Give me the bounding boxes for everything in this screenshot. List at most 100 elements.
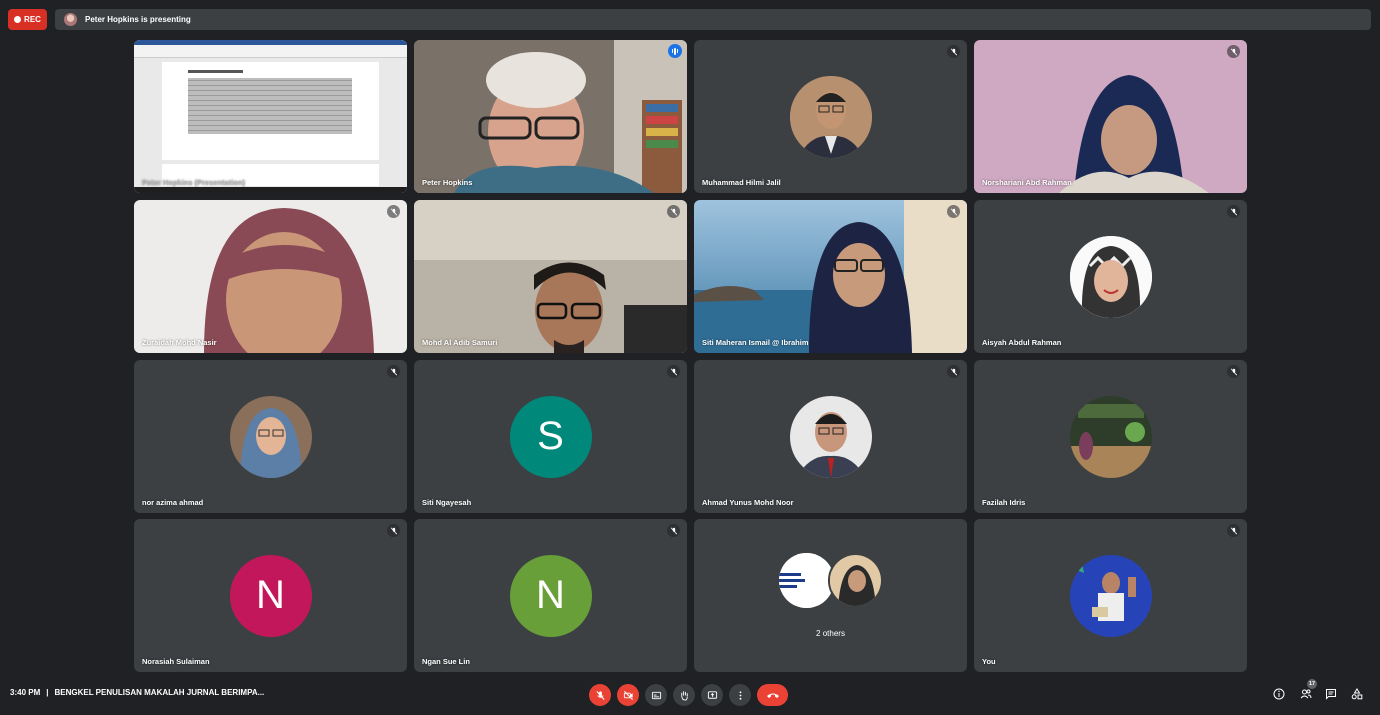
avatar	[789, 75, 872, 158]
hand-icon	[680, 690, 688, 701]
tile-fazilah-idris[interactable]: Fazilah Idris	[974, 360, 1247, 513]
presenting-banner[interactable]: Peter Hopkins is presenting	[55, 9, 1371, 30]
participant-name: Fazilah Idris	[982, 498, 1026, 507]
letter-avatar: S	[509, 395, 592, 478]
letter-avatar: N	[229, 554, 312, 637]
avatar	[1069, 235, 1152, 318]
recording-badge: REC	[8, 9, 47, 30]
video-feed	[134, 200, 407, 353]
tile-aisyah-abdul-rahman[interactable]: Aisyah Abdul Rahman	[974, 200, 1247, 353]
present-icon	[707, 690, 717, 699]
video-feed	[414, 40, 687, 193]
more-vert-icon	[739, 690, 741, 700]
mic-muted-icon	[947, 365, 960, 378]
avatar	[828, 553, 883, 608]
word-ribbon	[134, 40, 407, 58]
participant-name: Ahmad Yunus Mohd Noor	[702, 498, 794, 507]
tile-norasiah-sulaiman[interactable]: N Norasiah Sulaiman	[134, 519, 407, 672]
tile-nor-azima-ahmad[interactable]: nor azima ahmad	[134, 360, 407, 513]
participant-name: Muhammad Hilmi Jalil	[702, 178, 781, 187]
hang-up-icon	[766, 693, 779, 698]
windows-taskbar	[134, 187, 407, 193]
mic-muted-icon	[387, 205, 400, 218]
mic-muted-icon	[1227, 365, 1240, 378]
clock: 3:40 PM	[10, 688, 41, 697]
avatar	[1069, 554, 1152, 637]
mic-muted-icon	[947, 205, 960, 218]
tile-peter-hopkins[interactable]: Peter Hopkins	[414, 40, 687, 193]
mic-muted-icon	[667, 524, 680, 537]
presenting-text: Peter Hopkins is presenting	[85, 15, 191, 24]
activities-icon	[1351, 688, 1363, 700]
avatar	[1069, 395, 1152, 478]
tile-ngan-sue-lin[interactable]: N Ngan Sue Lin	[414, 519, 687, 672]
captions-button[interactable]	[645, 684, 667, 706]
mic-muted-icon	[667, 365, 680, 378]
tile-zuraidah-mohd-nasir[interactable]: Zuraidah Mohd Nasir	[134, 200, 407, 353]
present-now-button[interactable]	[701, 684, 723, 706]
chat-icon	[1326, 689, 1336, 700]
letter-avatar: N	[509, 554, 592, 637]
mic-off-icon	[595, 690, 605, 700]
participant-name: You	[982, 657, 996, 666]
tile-siti-ngayesah[interactable]: S Siti Ngayesah	[414, 360, 687, 513]
tile-others[interactable]: 2 others	[694, 519, 967, 672]
camera-toggle-button[interactable]	[617, 684, 639, 706]
avatar	[779, 553, 834, 608]
participant-name: Aisyah Abdul Rahman	[982, 338, 1062, 347]
participant-name: Peter Hopkins (Presentation)	[142, 178, 245, 187]
mic-muted-icon	[1227, 524, 1240, 537]
presenter-avatar	[64, 13, 77, 26]
meeting-info: 3:40 PM | BENGKEL PENULISAN MAKALAH JURN…	[10, 688, 264, 697]
activities-button[interactable]	[1349, 686, 1365, 702]
participant-name: Norshariani Abd Rahman	[982, 178, 1072, 187]
tile-mohd-al-adib-samuri[interactable]: Mohd Al Adib Samuri	[414, 200, 687, 353]
meeting-details-button[interactable]	[1271, 686, 1287, 702]
captions-icon	[651, 691, 661, 699]
participant-name: Ngan Sue Lin	[422, 657, 470, 666]
video-feed	[694, 200, 967, 353]
participant-name: Siti Maheran Ismail @ Ibrahim	[702, 338, 809, 347]
mic-muted-icon	[947, 45, 960, 58]
tile-muhammad-hilmi-jalil[interactable]: Muhammad Hilmi Jalil	[694, 40, 967, 193]
participant-name: Norasiah Sulaiman	[142, 657, 210, 666]
mic-muted-icon	[1227, 205, 1240, 218]
avatar	[789, 395, 872, 478]
tile-you[interactable]: You	[974, 519, 1247, 672]
video-feed	[974, 40, 1247, 193]
record-dot-icon	[14, 16, 22, 23]
rec-label: REC	[24, 15, 41, 24]
shared-document	[134, 40, 407, 193]
tile-presentation[interactable]: Peter Hopkins (Presentation)	[134, 40, 407, 193]
participant-name: Zuraidah Mohd Nasir	[142, 338, 217, 347]
meeting-title: BENGKEL PENULISAN MAKALAH JURNAL BERIMPA…	[54, 688, 265, 697]
tile-norshariani-abd-rahman[interactable]: Norshariani Abd Rahman	[974, 40, 1247, 193]
speaking-indicator-icon	[668, 44, 682, 58]
participant-name: Mohd Al Adib Samuri	[422, 338, 498, 347]
participant-name: nor azima ahmad	[142, 498, 204, 507]
top-bar: REC Peter Hopkins is presenting	[0, 0, 1380, 38]
participant-count-badge: 17	[1307, 679, 1317, 689]
people-icon	[1300, 689, 1312, 699]
tile-siti-maheran-ismail[interactable]: Siti Maheran Ismail @ Ibrahim	[694, 200, 967, 353]
camera-off-icon	[623, 690, 633, 700]
mic-muted-icon	[1227, 45, 1240, 58]
participant-name: Peter Hopkins	[422, 178, 473, 187]
others-label: 2 others	[816, 629, 845, 638]
mic-muted-icon	[667, 205, 680, 218]
video-feed	[414, 200, 687, 353]
avatar	[229, 395, 312, 478]
mic-muted-icon	[387, 524, 400, 537]
document-page	[162, 62, 379, 160]
raise-hand-button[interactable]	[673, 684, 695, 706]
tile-ahmad-yunus-mohd-noor[interactable]: Ahmad Yunus Mohd Noor	[694, 360, 967, 513]
info-icon	[1273, 688, 1285, 700]
more-options-button[interactable]	[729, 684, 751, 706]
chat-button[interactable]	[1323, 686, 1339, 702]
mic-muted-icon	[387, 365, 400, 378]
leave-call-button[interactable]	[757, 684, 788, 706]
participant-name: Siti Ngayesah	[422, 498, 472, 507]
bottom-bar: 3:40 PM | BENGKEL PENULISAN MAKALAH JURN…	[0, 676, 1380, 715]
mic-toggle-button[interactable]	[589, 684, 611, 706]
separator: |	[46, 688, 49, 697]
